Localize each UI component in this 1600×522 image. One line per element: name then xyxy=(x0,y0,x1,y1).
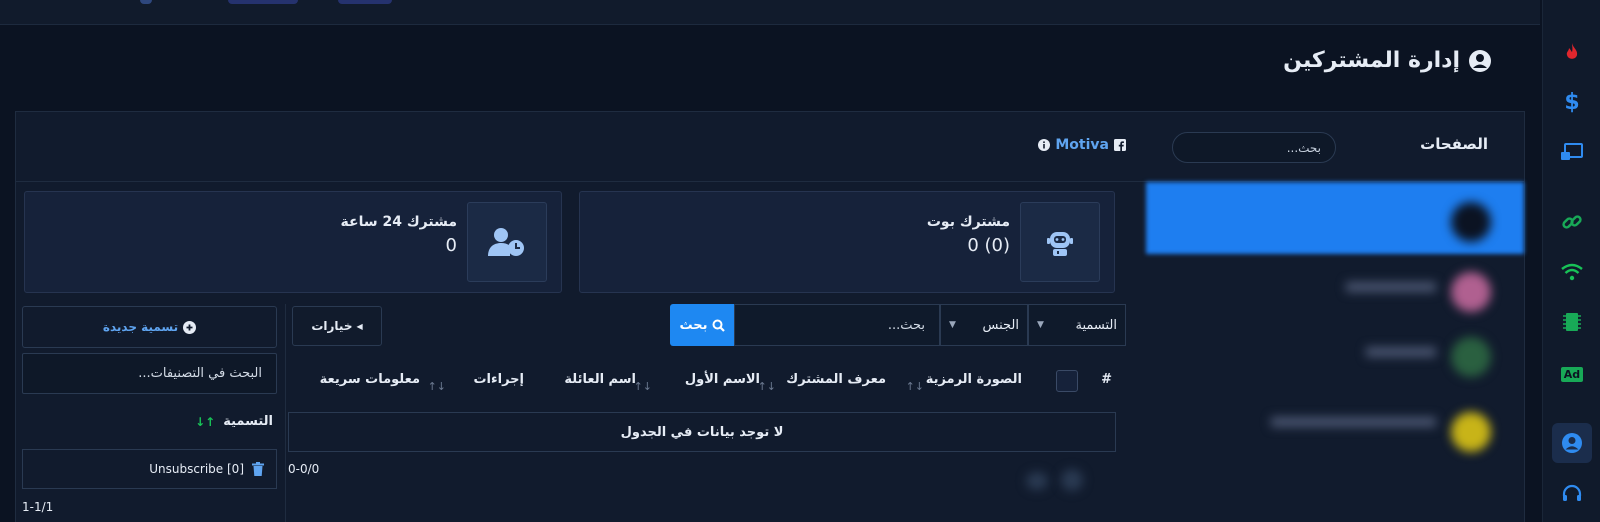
search-icon xyxy=(712,319,725,332)
page-title: إدارة المشتركين xyxy=(1283,48,1492,73)
headset-icon[interactable] xyxy=(1556,478,1588,510)
chevron-down-icon: ▼ xyxy=(1037,320,1044,330)
labels-panel: تسمية جديدة التسمية ↑↓ Unsubscribe [0] 1… xyxy=(22,304,277,522)
col-first-name: الاسم الأول xyxy=(684,372,760,387)
card-header: الصفحات Motiva xyxy=(16,112,1524,182)
pager-button[interactable] xyxy=(1061,469,1083,491)
page-avatar xyxy=(1451,412,1491,452)
subscribers-24h-card: مشترك 24 ساعة 0 xyxy=(24,191,562,293)
top-bar-blur-item xyxy=(228,0,298,4)
stat-value: 0 (0) xyxy=(967,235,1010,256)
gender-filter-select[interactable]: الجنس ▼ xyxy=(940,304,1028,346)
empty-table-message: لا توجد بيانات في الجدول xyxy=(288,412,1116,452)
user-clock-icon xyxy=(467,202,547,282)
col-avatar: الصورة الرمزية xyxy=(925,372,1022,387)
broadcast-icon[interactable] xyxy=(1556,136,1588,168)
page-avatar xyxy=(1451,337,1491,377)
page-avatar xyxy=(1451,272,1491,312)
link-icon[interactable] xyxy=(1556,206,1588,238)
pages-label: الصفحات xyxy=(1420,135,1488,153)
options-button-label: خيارات xyxy=(311,319,353,333)
sort-icon[interactable]: ↑↓ xyxy=(906,380,924,393)
sort-icon[interactable]: ↑↓ xyxy=(428,380,446,393)
user-circle-icon xyxy=(1469,49,1491,72)
sort-icon[interactable]: ↑↓ xyxy=(195,415,215,429)
subscriber-search-input[interactable]: بحث... xyxy=(734,304,940,346)
facebook-icon xyxy=(1114,139,1126,151)
caret-left-icon: ◀ xyxy=(356,321,363,331)
info-icon[interactable] xyxy=(1038,139,1051,151)
col-last-name: اسم العائلة xyxy=(564,372,636,387)
stat-label: مشترك 24 ساعة xyxy=(340,214,457,230)
label-search-input[interactable] xyxy=(22,353,277,394)
search-button-label: بحث xyxy=(679,317,708,333)
bot-subscribers-card: مشترك بوت 0 (0) xyxy=(579,191,1115,293)
pager-button[interactable] xyxy=(1026,472,1048,490)
page-row-text xyxy=(1366,347,1436,357)
plus-circle-icon xyxy=(183,320,197,334)
label-row-name: Unsubscribe [0] xyxy=(149,462,244,476)
fire-icon[interactable] xyxy=(1556,36,1588,68)
trash-icon[interactable] xyxy=(252,462,264,476)
options-button[interactable]: خيارات ◀ xyxy=(292,306,382,346)
label-column-text: التسمية xyxy=(223,414,273,429)
current-page[interactable]: Motiva xyxy=(1038,137,1126,153)
label-filter-text: التسمية xyxy=(1075,317,1117,333)
top-bar-blur-item xyxy=(140,0,152,4)
page-title-text: إدارة المشتركين xyxy=(1283,48,1460,73)
select-all-checkbox[interactable] xyxy=(1056,370,1078,392)
top-bar-blur-item xyxy=(338,0,392,4)
table-pager: 0-0/0 xyxy=(288,462,320,476)
chip-icon[interactable] xyxy=(1556,306,1588,338)
stat-label: مشترك بوت xyxy=(926,214,1010,230)
search-button[interactable]: بحث xyxy=(670,304,734,346)
search-placeholder: بحث... xyxy=(887,317,925,333)
label-row[interactable]: Unsubscribe [0] xyxy=(22,449,277,489)
ad-icon[interactable]: Ad xyxy=(1556,358,1588,390)
sort-icon[interactable]: ↑↓ xyxy=(758,380,776,393)
wifi-icon[interactable] xyxy=(1556,256,1588,288)
page-row-text xyxy=(1346,282,1436,292)
col-subscriber-id: معرف المشترك xyxy=(786,372,886,387)
stat-value: 0 xyxy=(445,235,457,256)
labels-pager: 1-1/1 xyxy=(22,500,54,514)
robot-icon xyxy=(1020,202,1100,282)
subscribers-table: التسمية ▼ الجنس ▼ بحث... بحث خيارات ◀ # … xyxy=(285,304,1126,522)
main-card: الصفحات Motiva مشترك بوت 0 (0) مشترك 24 … xyxy=(15,111,1525,522)
sort-icon[interactable]: ↑↓ xyxy=(634,380,652,393)
chevron-down-icon: ▼ xyxy=(949,320,956,330)
new-label-text: تسمية جديدة xyxy=(102,320,179,334)
icon-rail: $ Ad xyxy=(1542,0,1600,522)
dollar-icon[interactable]: $ xyxy=(1556,86,1588,118)
col-index: # xyxy=(1101,372,1112,387)
new-label-button[interactable]: تسمية جديدة xyxy=(22,306,277,348)
page-name-text[interactable]: Motiva xyxy=(1055,137,1109,153)
label-filter-select[interactable]: التسمية ▼ xyxy=(1028,304,1126,346)
gender-filter-text: الجنس xyxy=(982,317,1019,333)
user-circle-icon[interactable] xyxy=(1552,423,1592,463)
pages-list xyxy=(1146,182,1524,522)
top-bar xyxy=(0,0,1540,25)
col-quick-info: معلومات سريعة xyxy=(319,372,420,387)
page-search-input[interactable] xyxy=(1172,132,1336,163)
page-avatar xyxy=(1451,202,1491,242)
col-actions: إجراءات xyxy=(473,372,524,387)
page-row-text xyxy=(1271,417,1436,427)
label-column-header: التسمية ↑↓ xyxy=(195,414,273,429)
